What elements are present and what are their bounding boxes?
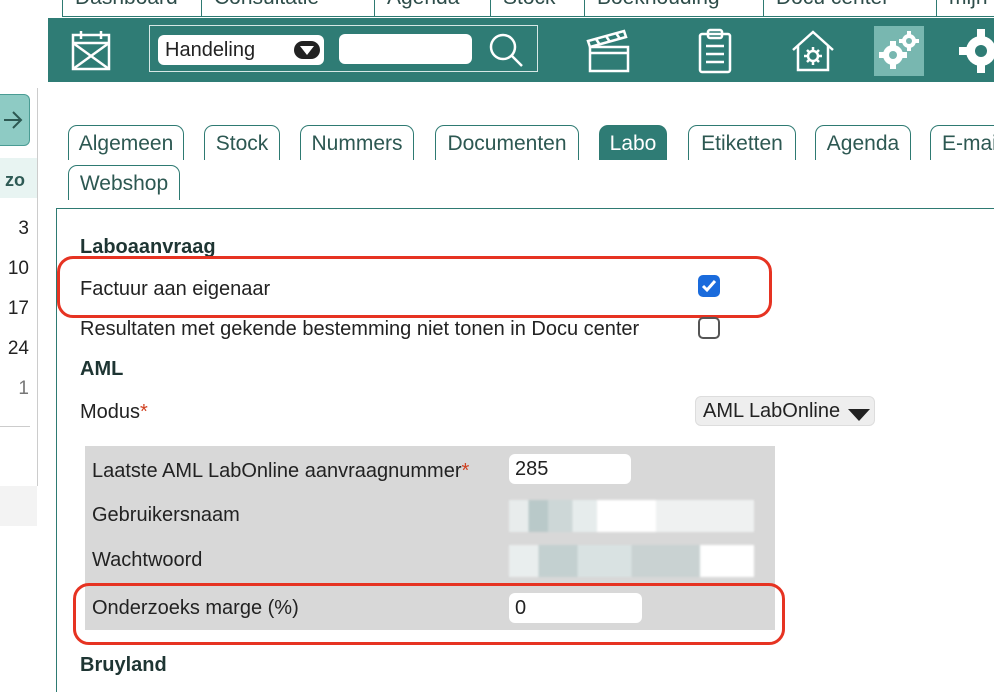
tab-labo[interactable]: Labo xyxy=(599,125,667,160)
nav-tab-agenda[interactable]: Agenda xyxy=(374,0,506,17)
clapperboard-icon[interactable] xyxy=(584,26,634,76)
calendar-weekday-header: zo xyxy=(0,158,37,198)
tab-stock[interactable]: Stock xyxy=(204,125,280,160)
nav-tab-docu-center[interactable]: Docu center xyxy=(763,0,949,17)
wachtwoord-input-redacted[interactable] xyxy=(509,545,754,577)
calendar-next-button[interactable] xyxy=(0,94,30,146)
gebruikersnaam-input-redacted[interactable] xyxy=(509,500,754,532)
mini-calendar: zo 3 10 17 24 1 xyxy=(0,88,38,486)
modus-label: Modus* xyxy=(80,401,148,424)
search-mode-select[interactable]: Handeling xyxy=(158,35,324,65)
home-gear-icon[interactable] xyxy=(788,26,838,76)
calendar-day[interactable]: 24 xyxy=(8,338,29,360)
calendar-footer xyxy=(0,486,37,526)
highlight-factuur xyxy=(57,256,772,318)
calendar-day[interactable]: 1 xyxy=(18,378,29,400)
calendar-day[interactable]: 17 xyxy=(8,298,29,320)
chevron-down-icon xyxy=(294,41,320,59)
tab-agenda[interactable]: Agenda xyxy=(815,125,911,160)
modus-label-text: Modus xyxy=(80,401,141,423)
nav-tab-boekhouding[interactable]: Boekhouding xyxy=(584,0,774,17)
resultaten-checkbox[interactable] xyxy=(698,317,720,339)
required-marker: * xyxy=(140,401,148,423)
main-toolbar: Handeling xyxy=(48,18,994,82)
section-title-aml: AML xyxy=(80,358,124,380)
chevron-down-icon xyxy=(848,409,870,421)
aanvraagnummer-input[interactable]: 285 xyxy=(509,454,631,484)
arrow-right-icon xyxy=(4,111,23,129)
calendar-day[interactable]: 3 xyxy=(18,218,29,240)
nav-tab-consultatie[interactable]: Consultatie xyxy=(201,0,377,17)
search-icon[interactable] xyxy=(486,30,526,70)
aanvraagnummer-label: Laatste AML LabOnline aanvraagnummer* xyxy=(92,460,469,483)
calendar-day[interactable]: 10 xyxy=(8,258,29,280)
tab-etiketten[interactable]: Etiketten xyxy=(688,125,796,160)
tab-documenten[interactable]: Documenten xyxy=(435,125,579,160)
gears-icon[interactable] xyxy=(874,26,924,76)
nav-tab-mijn[interactable]: mijn xyxy=(936,0,994,17)
search-mode-value: Handeling xyxy=(165,39,256,61)
tab-webshop[interactable]: Webshop xyxy=(68,165,180,200)
tab-nummers[interactable]: Nummers xyxy=(300,125,414,160)
search-input[interactable] xyxy=(339,34,472,64)
gear-icon[interactable] xyxy=(956,26,994,76)
calendar-icon[interactable] xyxy=(66,26,116,76)
modus-select[interactable]: AML LabOnline xyxy=(695,396,875,426)
clipboard-icon[interactable] xyxy=(690,26,740,76)
calendar-divider xyxy=(0,426,30,427)
tab-email[interactable]: E-mai xyxy=(930,125,994,160)
tab-algemeen[interactable]: Algemeen xyxy=(68,125,184,160)
highlight-marge xyxy=(73,583,785,645)
resultaten-label: Resultaten met gekende bestemming niet t… xyxy=(80,318,640,340)
gebruikersnaam-label: Gebruikersnaam xyxy=(92,504,240,526)
modus-value: AML LabOnline xyxy=(703,400,841,422)
tabs-baseline xyxy=(56,208,994,209)
aanvraagnummer-label-text: Laatste AML LabOnline aanvraagnummer xyxy=(92,460,462,482)
nav-tab-dashboard[interactable]: Dashboard xyxy=(62,0,213,17)
required-marker: * xyxy=(461,460,470,482)
section-title-bruyland: Bruyland xyxy=(80,654,167,676)
weekday-label: zo xyxy=(5,170,25,190)
search-group: Handeling xyxy=(149,25,538,72)
wachtwoord-label: Wachtwoord xyxy=(92,549,203,571)
top-navigation: Dashboard Consultatie Agenda Stock Boekh… xyxy=(48,0,994,18)
